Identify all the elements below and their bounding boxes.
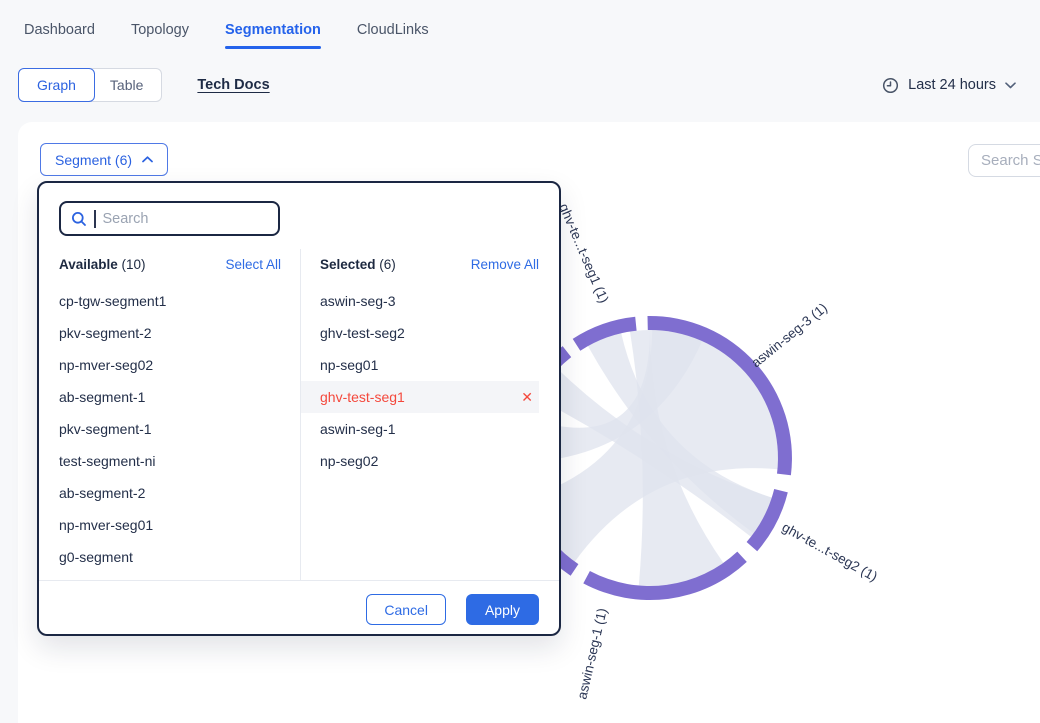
available-item[interactable]: cp-tgw-segment1 xyxy=(59,285,281,317)
selected-item-label: ghv-test-seg2 xyxy=(320,325,405,341)
chord-label: aswin-seg-3 (1) xyxy=(748,300,830,370)
selected-item-label: np-seg01 xyxy=(320,357,378,373)
available-item[interactable]: test-segment-ni xyxy=(59,445,281,477)
dropdown-search-box[interactable] xyxy=(59,201,280,236)
selected-item[interactable]: ghv-test-seg1 ✕ xyxy=(301,381,539,413)
available-item[interactable]: pkv-segment-2 xyxy=(59,317,281,349)
segment-filter-button[interactable]: Segment (6) xyxy=(40,143,168,176)
panel-footer: Cancel Apply xyxy=(39,580,559,634)
search-icon xyxy=(71,211,87,227)
selected-item[interactable]: ghv-test-seg2 xyxy=(301,317,539,349)
segments-dropdown-panel: Available (10) Select All cp-tgw-segment… xyxy=(37,181,561,636)
available-item[interactable]: np-mver-seg01 xyxy=(59,509,281,541)
view-toggle-graph[interactable]: Graph xyxy=(18,68,95,102)
selected-item-label: aswin-seg-3 xyxy=(320,293,395,309)
search-segments-input[interactable] xyxy=(968,144,1040,177)
available-item[interactable]: ab-segment-2 xyxy=(59,477,281,509)
remove-all-link[interactable]: Remove All xyxy=(471,257,539,272)
available-item[interactable]: ab-segment-1 xyxy=(59,381,281,413)
chord-label: ghv-te...t-seg2 (1) xyxy=(780,520,880,585)
dropdown-columns: Available (10) Select All cp-tgw-segment… xyxy=(59,249,539,580)
available-column: Available (10) Select All cp-tgw-segment… xyxy=(59,249,281,580)
chord-label: aswin-seg-1 (1) xyxy=(574,607,610,701)
segment-filter-label: Segment (6) xyxy=(55,152,132,168)
selected-item[interactable]: np-seg01 xyxy=(301,349,539,381)
selected-column: Selected (6) Remove All aswin-seg-3 ghv-t… xyxy=(301,249,539,580)
selected-item[interactable]: aswin-seg-3 xyxy=(301,285,539,317)
available-list: cp-tgw-segment1pkv-segment-2np-mver-seg0… xyxy=(59,285,281,573)
selected-item-label: ghv-test-seg1 xyxy=(320,389,405,405)
selected-item[interactable]: np-seg02 xyxy=(301,445,539,477)
remove-item-icon[interactable]: ✕ xyxy=(521,390,533,404)
chevron-up-icon xyxy=(142,156,153,163)
available-item[interactable]: pkv-segment-1 xyxy=(59,413,281,445)
chord-label: ghv-te...t-seg1 (1) xyxy=(556,201,611,305)
selected-list: aswin-seg-3 ghv-test-seg2 np-seg01 ghv-test… xyxy=(320,285,539,477)
text-cursor xyxy=(94,210,96,228)
apply-button[interactable]: Apply xyxy=(466,594,539,625)
available-item[interactable]: g0-segment xyxy=(59,541,281,573)
selected-item-label: aswin-seg-1 xyxy=(320,421,395,437)
selected-item[interactable]: aswin-seg-1 xyxy=(301,413,539,445)
selected-item-label: np-seg02 xyxy=(320,453,378,469)
segmentation-page: DashboardTopologySegmentationCloudLinks … xyxy=(0,0,1040,723)
select-all-link[interactable]: Select All xyxy=(225,257,281,272)
cancel-button[interactable]: Cancel xyxy=(366,594,446,625)
available-item[interactable]: np-mver-seg02 xyxy=(59,349,281,381)
dropdown-search-input[interactable] xyxy=(103,211,269,227)
selected-header: Selected (6) xyxy=(320,257,396,272)
available-header: Available (10) xyxy=(59,257,146,272)
